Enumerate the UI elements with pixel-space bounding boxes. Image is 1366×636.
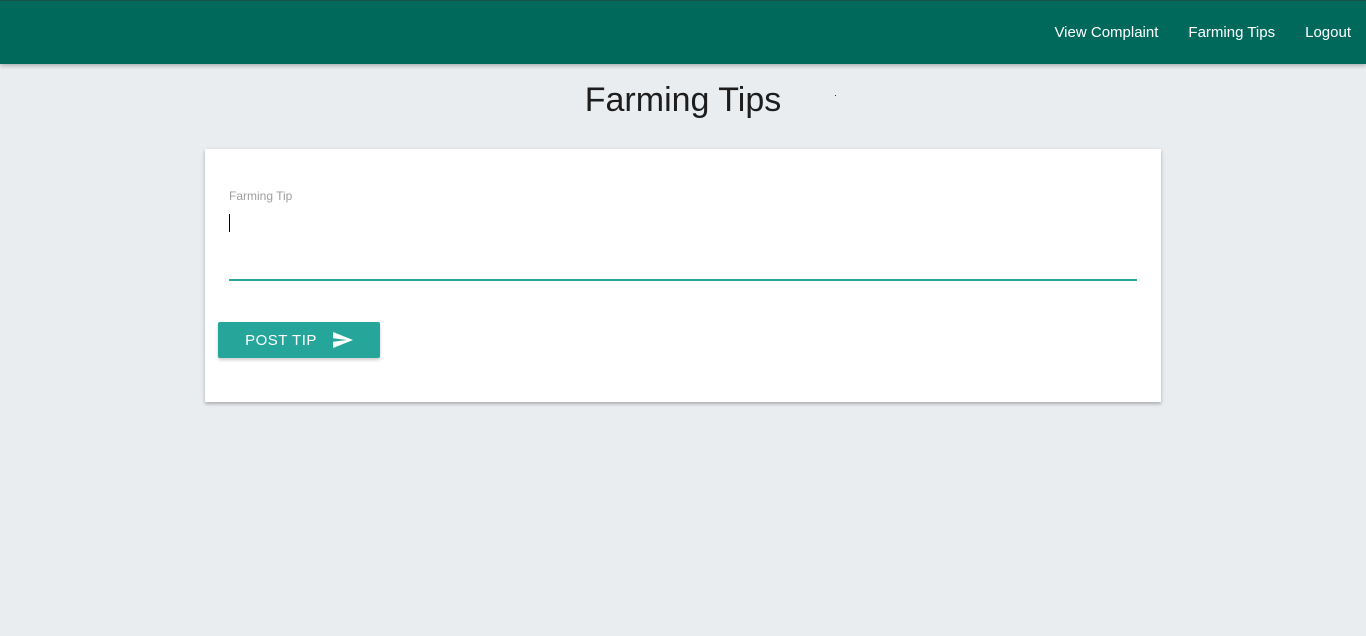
nav-link-logout[interactable]: Logout <box>1290 1 1366 65</box>
send-icon <box>332 332 353 348</box>
nav-link-farming-tips[interactable]: Farming Tips <box>1173 1 1290 65</box>
tip-form-card: Farming Tip POST TIP <box>205 149 1161 402</box>
farming-tip-textarea[interactable] <box>229 209 1137 281</box>
page-title: Farming Tips <box>584 81 782 119</box>
post-tip-button-label: POST TIP <box>245 331 317 349</box>
nav-links: View Complaint Farming Tips Logout <box>1039 1 1366 65</box>
stray-dot <box>835 95 836 96</box>
farming-tip-label: Farming Tip <box>229 189 293 203</box>
nav-link-view-complaint[interactable]: View Complaint <box>1039 1 1173 65</box>
post-tip-button[interactable]: POST TIP <box>218 322 380 358</box>
top-navbar: View Complaint Farming Tips Logout <box>0 0 1366 64</box>
text-caret <box>229 214 230 232</box>
